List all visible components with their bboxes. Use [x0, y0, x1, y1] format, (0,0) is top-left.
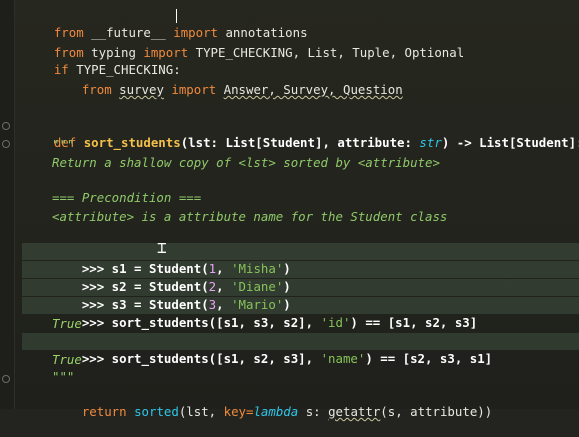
- arrow: ) ->: [441, 135, 480, 150]
- docstring-line: <attribute> is a attribute name for the …: [52, 209, 448, 224]
- code-line[interactable]: def sort_students(lst: List[Student], at…: [24, 117, 579, 150]
- doctest-result: True: [52, 352, 82, 367]
- docstring-close: """: [52, 369, 75, 384]
- prompt: >>> sort_students([s1, s3, s2],: [81, 315, 321, 330]
- import-names: Answer, Survey, Question: [223, 82, 403, 97]
- type-hint: List[Student]: [225, 135, 323, 150]
- string: 'id': [320, 315, 351, 330]
- string: 'name': [320, 351, 366, 366]
- fold-marker-icon[interactable]: [2, 140, 10, 148]
- fold-marker-icon[interactable]: [2, 122, 10, 130]
- code-editor[interactable]: from __future__ import annotations from …: [0, 0, 579, 419]
- function-name: sort_students: [83, 135, 181, 150]
- code-line[interactable]: from __future__ import annotations: [24, 7, 308, 40]
- call-args: (s, attribute)): [380, 404, 493, 419]
- lambda-arg: s:: [298, 404, 329, 419]
- separator: ,: [322, 135, 338, 150]
- builtin-function: getattr: [328, 404, 381, 419]
- docstring-open: """: [52, 137, 75, 152]
- builtin-type: str: [419, 135, 442, 150]
- param-name: attribute: [337, 135, 405, 150]
- doctest-line[interactable]: >>> sort_students([s1, s3, s2], 'id') ==…: [52, 297, 477, 330]
- docstring-line: Return a shallow copy of <lst> sorted by…: [52, 155, 440, 170]
- keyword: import: [171, 82, 217, 97]
- keyword: return: [81, 404, 127, 419]
- builtin-function: sorted: [134, 404, 179, 419]
- doctest-line[interactable]: >>> sort_students([s1, s2, s3], 'name') …: [52, 333, 492, 366]
- code-line[interactable]: from survey import Answer, Survey, Quest…: [52, 64, 403, 97]
- mouse-ibeam-cursor-icon: ⌶: [157, 238, 167, 257]
- keyword-arg: key: [223, 404, 246, 419]
- doctest-result: True: [52, 316, 82, 331]
- keyword: from: [81, 82, 112, 97]
- params: (lst:: [180, 135, 226, 150]
- code-line[interactable]: if TYPE_CHECKING:: [24, 44, 181, 77]
- code-line[interactable]: from typing import TYPE_CHECKING, List, …: [24, 27, 464, 60]
- lambda-keyword: lambda: [253, 404, 299, 419]
- expression: ) == [s1, s2, s3]: [350, 315, 478, 330]
- import-names: TYPE_CHECKING, List, Tuple, Optional: [195, 45, 465, 60]
- doctest-line[interactable]: >>> s1 = Student(1, 'Misha'): [52, 243, 291, 276]
- text-cursor: [176, 9, 177, 23]
- prompt: >>> sort_students([s1, s2, s3],: [81, 351, 321, 366]
- return-type: List[Student]:: [479, 135, 579, 150]
- doctest-line[interactable]: >>> s2 = Student(2, 'Diane'): [52, 261, 291, 294]
- docstring-line: === Precondition ===: [52, 190, 202, 205]
- code-line[interactable]: return sorted(lst, key=lambda s: getattr…: [52, 386, 492, 419]
- args: (lst,: [178, 404, 224, 419]
- module-name: survey: [119, 82, 164, 97]
- colon: :: [404, 135, 420, 150]
- gutter: [0, 0, 15, 409]
- expression: ) == [s2, s3, s1]: [365, 351, 493, 366]
- doctest-line[interactable]: >>> s3 = Student(3, 'Mario'): [52, 279, 291, 312]
- fold-marker-icon[interactable]: [2, 375, 10, 383]
